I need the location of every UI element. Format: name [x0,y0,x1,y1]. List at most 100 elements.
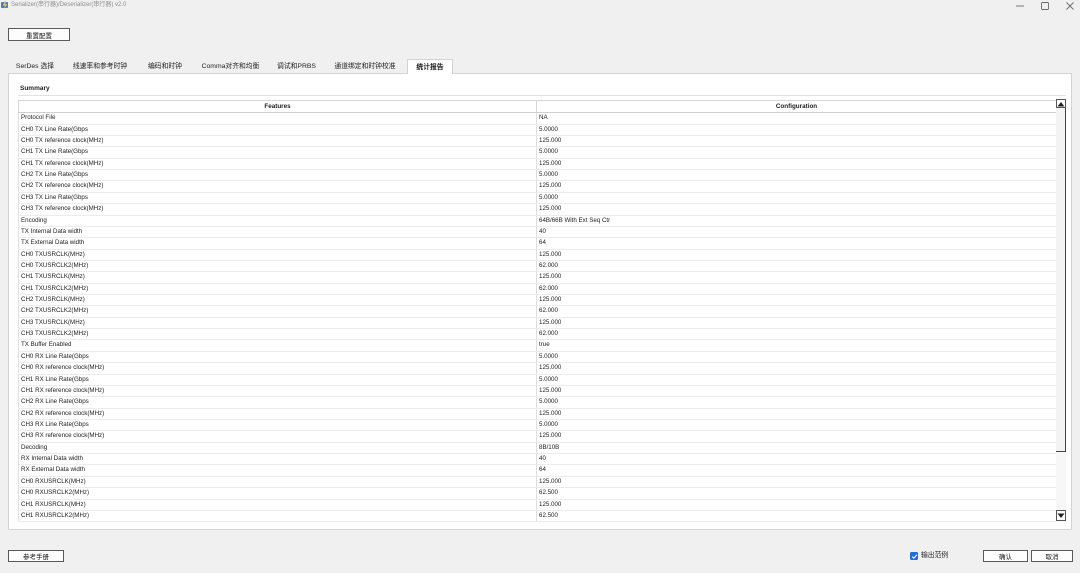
table-row: CH1 RX Line Rate(Gbps 5.0000 [18,374,1056,386]
table-row: CH1 TXUSRCLK2(MHz) 62.000 [18,283,1056,296]
table-row: CH0 TX Line Rate(Gbps 5.0000 [18,124,1056,137]
table-row: CH0 TXUSRCLK2(MHz) 62.000 [18,260,1056,273]
feature-cell: CH0 TX Line Rate(Gbps [18,124,537,136]
feature-cell: CH2 RX reference clock(MHz) [18,408,537,419]
table-row: CH0 TX reference clock(MHz) 125.000 [18,136,1056,148]
scroll-thumb[interactable] [1056,108,1066,452]
feature-cell: CH0 RX reference clock(MHz) [18,363,537,374]
configuration-cell: 125.000 [539,137,562,145]
scroll-up-button[interactable] [1056,99,1066,108]
table-row: RX External Data width 64 [18,465,1056,477]
configuration-cell: 125.000 [539,409,562,417]
table-row: Encoding 64B/66B With Ext Seq Ctr [18,215,1056,227]
column-header-features[interactable]: Features [18,101,537,113]
feature-cell: CH1 RXUSRCLK2(MHz) [18,510,537,522]
column-header-configuration[interactable]: Configuration [537,101,1056,112]
table-row: CH1 RXUSRCLK(MHz) 125.000 [18,499,1056,511]
minimize-icon [1016,5,1024,6]
table-row: CH2 RX reference clock(MHz) 125.000 [18,408,1056,420]
table-row: CH1 RXUSRCLK2(MHz) 62.500 [18,510,1056,523]
configuration-cell: 125.000 [539,159,562,167]
configuration-cell: 5.0000 [539,148,558,156]
vertical-scrollbar[interactable] [1056,99,1066,522]
feature-cell: Encoding [18,215,537,226]
reset-config-button[interactable]: 重置配置 [8,28,70,41]
feature-cell: CH1 RX Line Rate(Gbps [18,374,537,385]
feature-cell: CH1 TX Line Rate(Gbps [18,147,537,158]
reference-manual-button[interactable]: 参考手册 [8,550,64,562]
feature-cell: TX External Data width [18,238,537,249]
configuration-cell: 62.500 [539,489,558,497]
tab-comma-equalization[interactable]: Comma对齐和均衡 [194,60,267,73]
table-row: TX Buffer Enabled true [18,340,1056,352]
feature-cell: CH3 TX reference clock(MHz) [18,204,537,215]
feature-cell: CH2 TXUSRCLK(MHz) [18,295,537,306]
table-body: Protocol File NA CH0 TX Line Rate(Gbps 5.00… [18,113,1056,523]
configuration-cell: 5.0000 [539,398,558,406]
minimize-button[interactable] [1010,0,1030,11]
output-example-label[interactable]: 输出范例 [921,551,948,561]
configuration-cell: 125.000 [539,432,562,440]
scroll-up-icon [1057,101,1065,106]
configuration-cell: 5.0000 [539,171,558,179]
configuration-cell: 5.0000 [539,352,558,360]
feature-cell: CH3 TXUSRCLK(MHz) [18,317,537,329]
maximize-icon [1041,1,1049,10]
title-bar[interactable]: Serializer(串行器)/Deserializer(串行器) v2.0 [0,0,1080,12]
tab-debug-prbs[interactable]: 调试和PRBS [271,60,322,73]
configuration-cell: 125.000 [539,296,562,304]
configuration-cell: 62.500 [539,511,558,519]
configuration-cell: 62.000 [539,261,558,269]
tab-statistics-report[interactable]: 统计报告 [407,59,453,74]
table-row: RX Internal Data width 40 [18,454,1056,466]
table-row: CH3 TX reference clock(MHz) 125.000 [18,204,1056,216]
tab-line-rate-refclk[interactable]: 线速率和参考时钟 [64,60,136,73]
table-row: CH2 TX Line Rate(Gbps 5.0000 [18,170,1056,182]
table-row: CH1 TX Line Rate(Gbps 5.0000 [18,147,1056,159]
close-button[interactable] [1060,0,1080,11]
configuration-cell: 5.0000 [539,193,558,201]
tab-panel: Summary Features Configuration Protocol … [8,73,1072,530]
output-example-checkbox[interactable] [910,552,918,560]
configuration-cell: 62.000 [539,284,558,292]
feature-cell: CH0 RXUSRCLK2(MHz) [18,488,537,499]
configuration-cell: 40 [539,455,546,463]
configuration-cell: 125.000 [539,250,562,258]
table-row: CH0 RX reference clock(MHz) 125.000 [18,363,1056,375]
feature-cell: CH3 TXUSRCLK2(MHz) [18,329,537,340]
feature-cell: CH0 TXUSRCLK2(MHz) [18,260,537,272]
configuration-cell: 5.0000 [539,125,558,133]
table-row: CH1 RX reference clock(MHz) 125.000 [18,385,1056,398]
configuration-cell: 125.000 [539,386,562,394]
summary-table[interactable]: Features Configuration Protocol File NA CH… [18,100,1056,523]
configuration-cell: 62.000 [539,330,558,338]
cancel-button[interactable]: 取消 [1031,550,1073,562]
table-row: Protocol File NA [18,113,1056,125]
table-row: TX External Data width 64 [18,238,1056,250]
configuration-cell: 125.000 [539,318,562,326]
feature-cell: CH2 TXUSRCLK2(MHz) [18,306,537,317]
app-icon [1,1,8,9]
feature-cell: CH3 RX Line Rate(Gbps [18,420,537,431]
configuration-cell: 64 [539,466,546,474]
table-row: CH3 TXUSRCLK2(MHz) 62.000 [18,329,1056,341]
tab-encoding-clock[interactable]: 编码和时钟 [140,60,190,73]
feature-cell: RX Internal Data width [18,454,537,465]
table-row: CH2 TX reference clock(MHz) 125.000 [18,181,1056,193]
table-row: Decoding 8B/10B [18,442,1056,455]
table-row: CH2 RX Line Rate(Gbps 5.0000 [18,397,1056,409]
table-header: Features Configuration [18,100,1056,114]
configuration-cell: 125.000 [539,182,562,190]
table-row: CH0 RXUSRCLK2(MHz) 62.500 [18,488,1056,500]
maximize-button[interactable] [1035,0,1055,11]
tab-serdes-select[interactable]: SerDes 选择 [10,60,60,73]
scroll-down-button[interactable] [1056,510,1066,521]
confirm-button[interactable]: 确认 [983,550,1028,562]
configuration-cell: 8B/10B [539,443,560,451]
divider [18,95,1066,96]
table-row: CH0 TXUSRCLK(MHz) 125.000 [18,249,1056,261]
tab-channel-bonding[interactable]: 通道绑定和时钟校准 [326,60,404,73]
feature-cell: CH0 TX reference clock(MHz) [18,136,537,147]
feature-cell: CH1 TX reference clock(MHz) [18,158,537,170]
table-row: TX Internal Data width 40 [18,226,1056,239]
